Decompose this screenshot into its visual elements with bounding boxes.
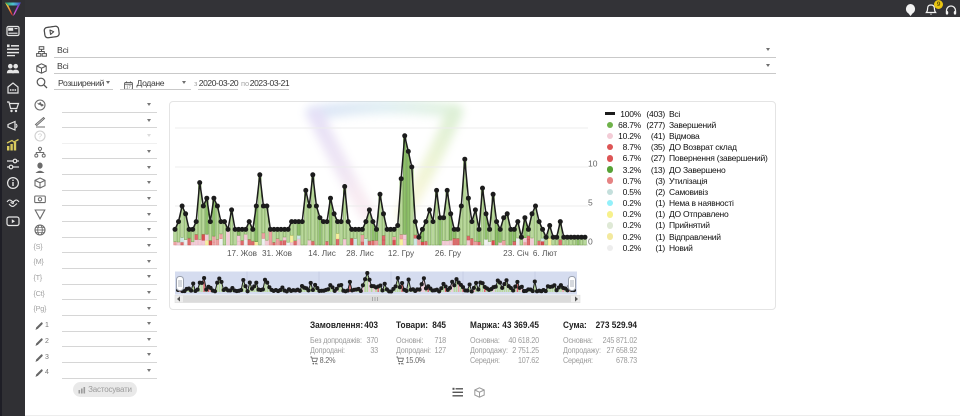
svg-text:?: ?	[38, 132, 42, 141]
svg-text:23. Січ: 23. Січ	[503, 249, 529, 258]
svg-text:5: 5	[588, 198, 593, 208]
svg-text:17. Жов: 17. Жов	[227, 249, 257, 258]
svg-text:10: 10	[588, 159, 598, 169]
svg-text:12. Гру: 12. Гру	[388, 249, 415, 258]
svg-text:0: 0	[588, 237, 593, 247]
svg-text:31. Жов: 31. Жов	[262, 249, 292, 258]
svg-text:x: x	[403, 362, 404, 365]
svg-text:14. Лис: 14. Лис	[308, 249, 336, 258]
svg-text:x: x	[317, 362, 318, 365]
svg-text:6. Лют: 6. Лют	[533, 249, 557, 258]
svg-text:26. Гру: 26. Гру	[435, 249, 462, 258]
svg-text:28. Лис: 28. Лис	[346, 249, 374, 258]
